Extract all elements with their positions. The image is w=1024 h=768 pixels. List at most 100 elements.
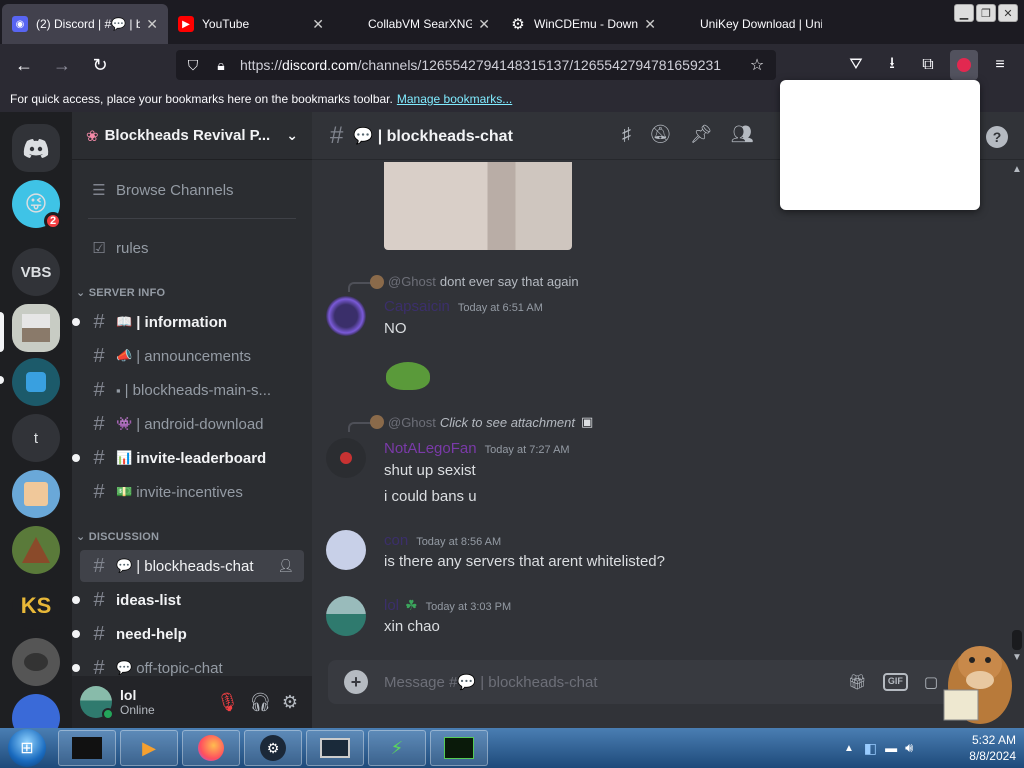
taskbar-app-green[interactable]: ⚡ — [368, 730, 426, 766]
add-member-icon[interactable]: 👤︎ — [277, 558, 294, 574]
taskbar-media-player[interactable]: ▶ — [120, 730, 178, 766]
channel-announcements[interactable]: # 📣 | announcements — [80, 340, 304, 372]
settings-gear-icon[interactable]: ⚙ — [282, 692, 298, 713]
user-avatar[interactable] — [80, 686, 114, 720]
download-icon[interactable]: ⭳ — [878, 50, 906, 80]
server-t[interactable]: t — [12, 414, 60, 462]
message-avatar[interactable] — [326, 596, 366, 636]
channel-emoji: 📊 — [116, 450, 133, 465]
server-blockheads[interactable] — [12, 304, 60, 352]
message-author[interactable]: Capsaicin — [384, 298, 450, 315]
message-avatar[interactable] — [326, 296, 366, 336]
browse-channels-label: Browse Channels — [116, 181, 234, 199]
pocket-icon[interactable]: ⛛ — [842, 50, 870, 80]
tab-youtube[interactable]: ▶ YouTube ✕ — [168, 4, 334, 44]
star-icon[interactable]: ☆ — [746, 55, 768, 75]
reload-button[interactable]: ↻ — [84, 49, 116, 81]
tab-discord[interactable]: ◉ (2) Discord | #💬 | bl ✕ — [2, 4, 168, 44]
taskbar-clock[interactable]: 5:32 AM 8/8/2024 — [969, 732, 1016, 764]
tab-collabvm-searxng[interactable]: CollabVM SearXNG ✕ — [334, 4, 500, 44]
menu-icon[interactable]: ≡ — [986, 50, 1014, 80]
scroll-up-icon[interactable]: ▲ — [1012, 164, 1022, 175]
manage-bookmarks-link[interactable]: Manage bookmarks... — [397, 92, 512, 106]
message-avatar[interactable] — [326, 530, 366, 570]
message-avatar[interactable] — [326, 438, 366, 478]
message-author[interactable]: lol — [384, 597, 399, 614]
close-window-button[interactable]: ✕ — [998, 4, 1018, 22]
address-bar[interactable]: ⛉ 🔒︎ https://discord.com/channels/126554… — [176, 50, 776, 80]
message-author[interactable]: con — [384, 532, 408, 549]
reply-preview[interactable]: @Ghost dont ever say that again — [370, 274, 579, 289]
browse-channels[interactable]: ☰ Browse Channels — [80, 174, 304, 206]
dm-avatar[interactable]: 😜 2 — [12, 180, 62, 230]
tab-unikey[interactable]: UniKey Download | UniK — [666, 4, 832, 44]
pepe-sticker-icon[interactable] — [386, 362, 430, 390]
help-icon[interactable]: ? — [986, 126, 1008, 148]
close-icon[interactable]: ✕ — [478, 16, 490, 33]
channel-blockheads-main[interactable]: # ▪ | blockheads-main-s... — [80, 374, 304, 406]
server-header[interactable]: ❀ Blockheads Revival P... ⌄ — [72, 112, 312, 160]
network-icon[interactable]: ▬ — [885, 741, 897, 755]
member-list-icon[interactable]: 👥︎ — [731, 124, 754, 145]
taskbar-steam[interactable]: ⚙ — [244, 730, 302, 766]
minimize-button[interactable]: ▁ — [954, 4, 974, 22]
channel-android-download[interactable]: # 👾 | android-download — [80, 408, 304, 440]
message-composer[interactable]: + Message #💬 | blockheads-chat 🎁︎ GIF ▢ — [328, 660, 1008, 704]
extension-popup[interactable] — [780, 80, 980, 210]
start-button[interactable]: ⊞ — [8, 729, 46, 767]
forward-button[interactable]: → — [46, 49, 78, 81]
notification-bell-muted-icon[interactable]: 🔕︎ — [649, 124, 672, 145]
chat-scrollbar[interactable]: ▲ ▼ — [1012, 164, 1022, 664]
channel-information[interactable]: # 📖 | information — [72, 306, 304, 338]
tray-app-icon[interactable]: ◧ — [864, 740, 877, 757]
user-info[interactable]: lol Online — [120, 687, 155, 717]
server-minecraft-character[interactable] — [12, 470, 60, 518]
tab-wincdemu[interactable]: ⚙ WinCDEmu - Downlo ✕ — [500, 4, 666, 44]
discord-home-icon[interactable] — [12, 124, 60, 172]
server-icon-blue-glow[interactable] — [12, 358, 60, 406]
taskbar-firefox[interactable] — [182, 730, 240, 766]
lock-icon[interactable]: 🔒︎ — [210, 57, 232, 74]
restore-button[interactable]: ❐ — [976, 4, 996, 22]
server-gray-avatar[interactable] — [12, 638, 60, 686]
mute-microphone-icon[interactable]: 🎙︎ — [216, 692, 239, 713]
gift-icon[interactable]: 🎁︎ — [848, 673, 867, 691]
hamster-overlay-image — [930, 636, 1016, 728]
server-tree[interactable] — [12, 526, 60, 574]
shield-icon[interactable]: ⛉ — [182, 57, 204, 74]
chevron-down-icon: ⌄ — [286, 127, 298, 143]
close-icon[interactable]: ✕ — [312, 16, 324, 33]
channel-invite-incentives[interactable]: # 💵 invite-incentives — [80, 476, 304, 508]
channel-ideas-list[interactable]: # ideas-list — [72, 584, 304, 616]
extension-drop-icon[interactable] — [950, 50, 978, 80]
volume-icon[interactable]: 🔊︎ — [905, 740, 913, 756]
taskbar-terminal[interactable] — [58, 730, 116, 766]
tray-expand-icon[interactable]: ▲ — [844, 743, 854, 754]
image-attachment[interactable] — [384, 162, 572, 250]
threads-icon[interactable]: ♯ — [622, 124, 631, 145]
taskbar-task-manager[interactable] — [430, 730, 488, 766]
taskbar-monitor[interactable] — [306, 730, 364, 766]
reply-preview[interactable]: @Ghost Click to see attachment ▣ — [370, 414, 593, 430]
category-server-info[interactable]: ⌄ SERVER INFO — [76, 286, 165, 299]
channel-blockheads-chat[interactable]: # 💬 | blockheads-chat 👤︎ — [80, 550, 304, 582]
channel-invite-leaderboard[interactable]: # 📊 invite-leaderboard — [72, 442, 304, 474]
close-icon[interactable]: ✕ — [644, 16, 656, 33]
extensions-icon[interactable]: ⧉ — [914, 50, 942, 80]
message-text: xin chao — [384, 618, 440, 635]
message-author[interactable]: NotALegoFan — [384, 440, 477, 457]
channel-need-help[interactable]: # need-help — [72, 618, 304, 650]
category-discussion[interactable]: ⌄ DISCUSSION — [76, 530, 159, 543]
composer-placeholder[interactable]: Message #💬 | blockheads-chat — [384, 673, 598, 691]
message-header: NotALegoFan Today at 7:27 AM — [384, 440, 570, 457]
pin-icon[interactable]: 📌︎ — [690, 124, 713, 145]
back-button[interactable]: ← — [8, 49, 40, 81]
channel-rules[interactable]: ☑ rules — [80, 232, 304, 264]
server-vbs[interactable]: VBS — [12, 248, 60, 296]
close-icon[interactable]: ✕ — [146, 16, 158, 33]
add-attachment-icon[interactable]: + — [344, 670, 368, 694]
server-ks[interactable]: KS — [12, 582, 60, 630]
url-text[interactable]: https://discord.com/channels/12655427941… — [240, 57, 730, 73]
gif-icon[interactable]: GIF — [882, 673, 908, 691]
headphones-icon[interactable]: 🎧︎ — [249, 692, 272, 713]
